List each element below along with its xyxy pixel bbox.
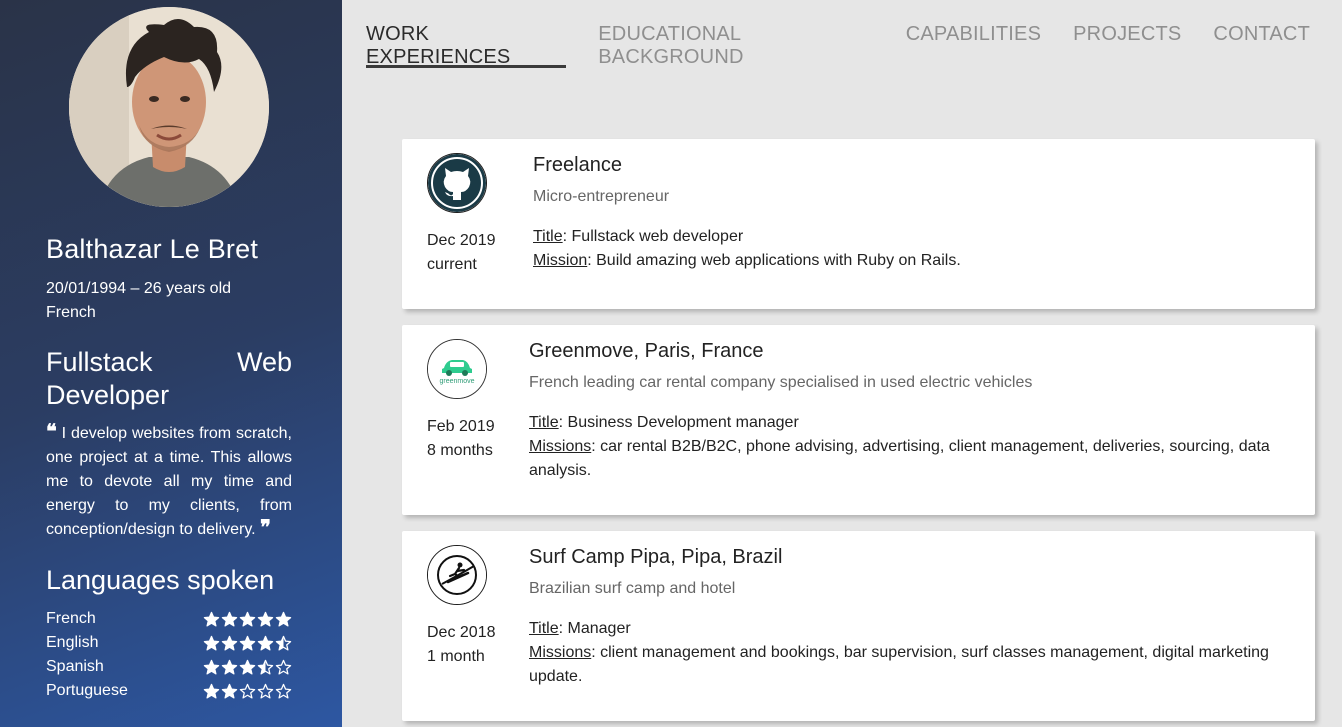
company-description: Micro-entrepreneur: [533, 188, 670, 205]
experience-dates: Feb 2019 8 months: [427, 415, 495, 463]
language-row: Spanish: [46, 655, 292, 679]
star-empty-icon: [239, 683, 256, 699]
profile-sidebar: Balthazar Le Bret 20/01/1994 – 26 years …: [0, 0, 342, 727]
profile-role: Fullstack Web Developer: [46, 346, 292, 412]
tab-capabilities[interactable]: CAPABILITIES: [906, 0, 1041, 70]
role-word-1: Fullstack: [46, 347, 153, 377]
date-start: Dec 2018: [427, 624, 496, 641]
star-empty-icon: [257, 683, 274, 699]
language-row: Portuguese: [46, 679, 292, 703]
languages-list: French English Spanish Portuguese: [46, 607, 292, 703]
company-name: Freelance: [533, 154, 622, 176]
tab-contact[interactable]: CONTACT: [1213, 0, 1310, 70]
profile-nationality: French: [46, 304, 96, 321]
mission-label: Missions: [529, 438, 592, 455]
company-description: French leading car rental company specia…: [529, 374, 1033, 391]
company-description: Brazilian surf camp and hotel: [529, 580, 736, 597]
mission-value: : client management and bookings, bar su…: [529, 644, 1269, 685]
profile-quote: ❝ I develop websites from scratch, one p…: [46, 419, 292, 542]
date-start: Dec 2019: [427, 232, 496, 249]
experience-card-freelance: Dec 2019 current Freelance Micro-entrepr…: [402, 139, 1315, 309]
star-full-icon: [221, 611, 238, 627]
mission-label: Mission: [533, 252, 588, 269]
experience-body: Freelance Micro-entrepreneur Title: Full…: [533, 153, 1281, 273]
date-duration: current: [427, 256, 477, 273]
star-rating: [203, 659, 292, 676]
tab-work-experiences[interactable]: WORK EXPERIENCES: [366, 0, 567, 70]
role-word-2: Web: [236, 347, 292, 377]
star-half-icon: [257, 659, 274, 675]
experience-dates: Dec 2019 current: [427, 229, 496, 277]
star-full-icon: [203, 683, 220, 699]
title-label: Title: [529, 414, 559, 431]
title-label: Title: [529, 620, 559, 637]
profile-photo: [69, 7, 269, 207]
experience-details: Title: Manager Missions: client manageme…: [529, 617, 1281, 689]
star-full-icon: [203, 611, 220, 627]
star-rating: [203, 611, 292, 628]
star-full-icon: [221, 635, 238, 651]
date-start: Feb 2019: [427, 418, 495, 435]
company-name: Surf Camp Pipa, Pipa, Brazil: [529, 546, 783, 568]
experience-details: Title: Business Development manager Miss…: [529, 411, 1281, 483]
star-full-icon: [239, 659, 256, 675]
profile-name: Balthazar Le Bret: [46, 234, 259, 264]
profile-birth: 20/01/1994 – 26 years old: [46, 280, 232, 297]
greenmove-logo: greenmove: [427, 339, 487, 399]
experience-card-surf-camp: Dec 2018 1 month Surf Camp Pipa, Pipa, B…: [402, 531, 1315, 721]
star-full-icon: [257, 611, 274, 627]
star-rating: [203, 683, 292, 700]
title-value: : Business Development manager: [558, 414, 799, 431]
star-full-icon: [221, 683, 238, 699]
star-full-icon: [221, 659, 238, 675]
profile-meta: 20/01/1994 – 26 years old French: [46, 277, 231, 325]
section-tabs: WORK EXPERIENCES EDUCATIONAL BACKGROUND …: [366, 0, 1342, 70]
title-value: : Manager: [558, 620, 631, 637]
star-full-icon: [239, 611, 256, 627]
mission-label: Missions: [529, 644, 592, 661]
star-full-icon: [239, 635, 256, 651]
language-name: Portuguese: [46, 682, 128, 699]
star-full-icon: [203, 659, 220, 675]
language-name: French: [46, 610, 96, 627]
star-rating: [203, 635, 292, 652]
experience-body: Surf Camp Pipa, Pipa, Brazil Brazilian s…: [529, 545, 1281, 689]
date-duration: 1 month: [427, 648, 485, 665]
greenmove-logo-text: greenmove: [439, 378, 474, 385]
date-duration: 8 months: [427, 442, 493, 459]
role-word-3: Developer: [46, 380, 170, 410]
surfer-icon: [427, 545, 487, 605]
language-row: French: [46, 607, 292, 631]
experience-body: Greenmove, Paris, France French leading …: [529, 339, 1281, 483]
title-label: Title: [533, 228, 563, 245]
star-full-icon: [257, 635, 274, 651]
company-name: Greenmove, Paris, France: [529, 340, 764, 362]
mission-value: : Build amazing web applications with Ru…: [587, 252, 961, 269]
quote-open-icon: ❝: [46, 419, 57, 443]
star-full-icon: [275, 611, 292, 627]
experience-card-greenmove: greenmove Feb 2019 8 months Greenmove, P…: [402, 325, 1315, 515]
tab-projects[interactable]: PROJECTS: [1073, 0, 1181, 70]
language-name: English: [46, 634, 99, 651]
star-empty-icon: [275, 683, 292, 699]
title-value: : Fullstack web developer: [562, 228, 744, 245]
quote-text: I develop websites from scratch, one pro…: [46, 425, 292, 538]
star-full-icon: [203, 635, 220, 651]
language-name: Spanish: [46, 658, 104, 675]
star-half-icon: [275, 635, 292, 651]
tab-educational-background[interactable]: EDUCATIONAL BACKGROUND: [598, 0, 873, 70]
github-icon: [427, 153, 487, 213]
quote-close-icon: ❞: [260, 515, 271, 539]
mission-value: : car rental B2B/B2C, phone advising, ad…: [529, 438, 1270, 479]
language-row: English: [46, 631, 292, 655]
experience-details: Title: Fullstack web developer Mission: …: [533, 225, 1281, 273]
experience-dates: Dec 2018 1 month: [427, 621, 496, 669]
languages-title: Languages spoken: [46, 565, 275, 595]
star-empty-icon: [275, 659, 292, 675]
